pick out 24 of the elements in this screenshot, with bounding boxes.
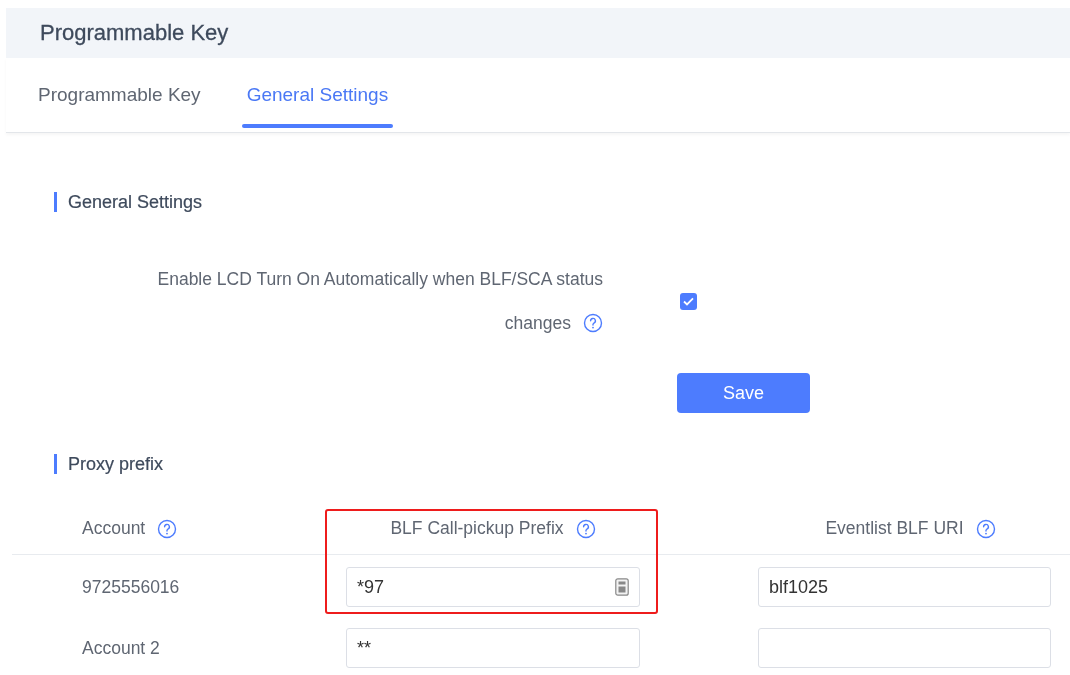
- input-field[interactable]: [758, 628, 1051, 668]
- option-label: changes: [504, 312, 571, 335]
- column-header: BLF Call-pickup Prefix: [390, 518, 564, 539]
- tab[interactable]: Programmable Key: [38, 58, 206, 132]
- section-heading: Proxy prefix: [68, 453, 164, 475]
- account-name: Account 2: [81, 637, 160, 660]
- tab[interactable]: General Settings: [241, 58, 394, 132]
- keypad-icon[interactable]: [615, 578, 629, 596]
- input-field[interactable]: blf1025: [758, 567, 1051, 607]
- input-field[interactable]: **: [346, 628, 640, 668]
- column-header: Eventlist BLF URI: [825, 518, 964, 539]
- help-icon[interactable]: [583, 313, 603, 333]
- section-heading: General Settings: [68, 191, 203, 213]
- column-header: Account: [82, 518, 146, 539]
- help-icon[interactable]: [575, 518, 596, 539]
- help-icon[interactable]: [975, 518, 996, 539]
- option-label: Enable LCD Turn On Automatically when BLF/SCA status: [156, 268, 603, 291]
- checkbox[interactable]: [680, 292, 697, 310]
- save-button[interactable]: Save: [677, 373, 810, 413]
- help-icon[interactable]: [157, 518, 178, 539]
- input-field[interactable]: *97: [346, 567, 640, 607]
- account-name: 9725556016: [81, 576, 180, 599]
- page-title: Programmable Key: [40, 20, 229, 46]
- check-icon: [683, 296, 694, 306]
